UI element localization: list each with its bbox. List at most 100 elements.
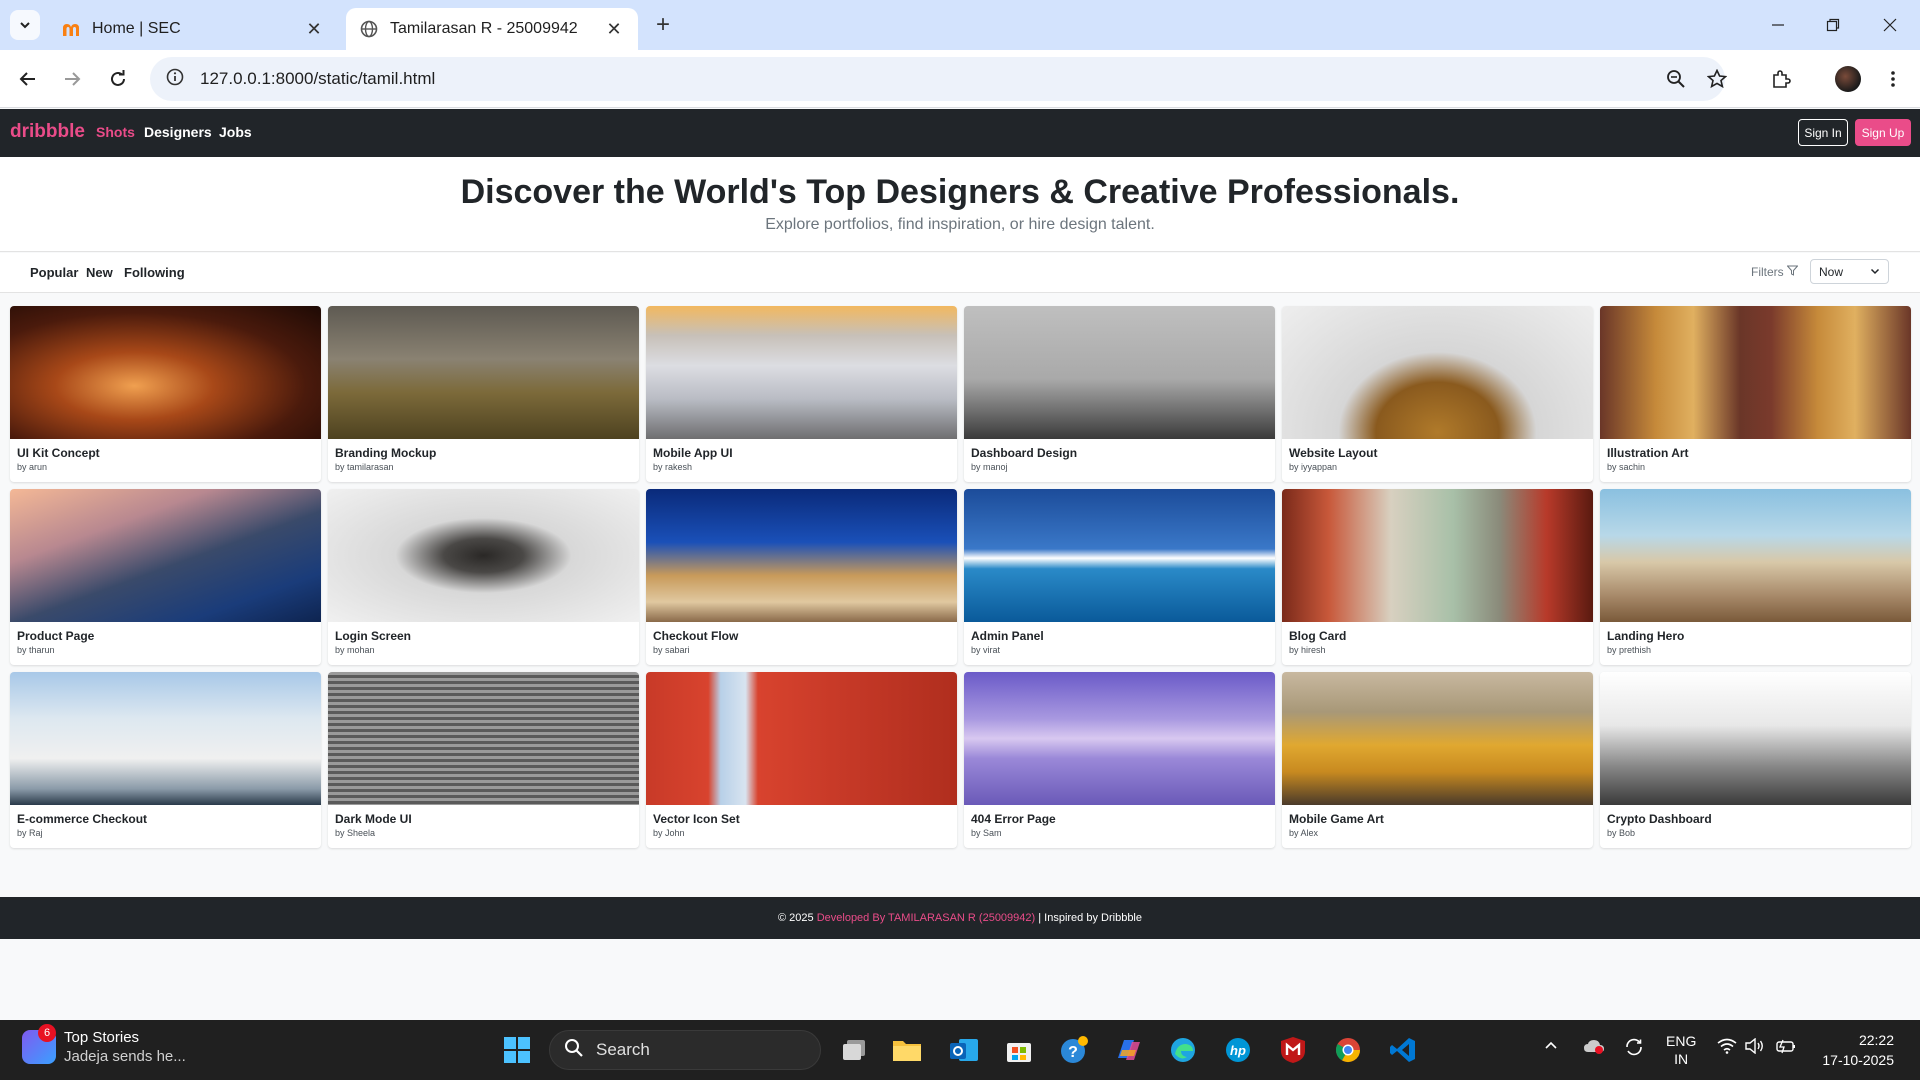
vscode-icon[interactable] — [1385, 1032, 1421, 1068]
zoom-icon[interactable] — [1660, 63, 1692, 95]
address-bar[interactable]: 127.0.0.1:8000/static/tamil.html — [150, 57, 1725, 101]
shot-card[interactable]: Mobile Game Art by Alex — [1282, 672, 1593, 848]
hero-section: Discover the World's Top Designers & Cre… — [0, 157, 1920, 252]
new-tab-icon[interactable]: + — [650, 11, 676, 38]
sign-up-button[interactable]: Sign Up — [1855, 119, 1911, 146]
microsoft-store-icon[interactable] — [1001, 1032, 1037, 1068]
copilot-icon[interactable] — [1111, 1032, 1147, 1068]
shot-card[interactable]: Illustration Art by sachin — [1600, 306, 1911, 482]
shot-image-foggy-forest — [964, 306, 1275, 439]
shot-card[interactable]: Checkout Flow by sabari — [646, 489, 957, 665]
back-arrow-icon[interactable] — [12, 63, 44, 95]
sort-select[interactable]: Now — [1810, 259, 1889, 284]
battery-icon[interactable] — [1774, 1038, 1796, 1057]
filters-label: Filters — [1751, 265, 1784, 279]
shot-card[interactable]: Dashboard Design by manoj — [964, 306, 1275, 482]
shot-author: by tamilarasan — [335, 462, 394, 472]
taskbar-search[interactable]: Search — [549, 1030, 821, 1070]
restore-icon[interactable] — [1808, 8, 1858, 42]
close-tab-icon[interactable]: ✕ — [304, 19, 324, 39]
shot-card[interactable]: E-commerce Checkout by Raj — [10, 672, 321, 848]
input-language[interactable]: ENG IN — [1666, 1032, 1696, 1068]
minimize-icon[interactable] — [1753, 8, 1803, 42]
shot-card[interactable]: Landing Hero by prethish — [1600, 489, 1911, 665]
reload-icon[interactable] — [102, 63, 134, 95]
sign-in-button[interactable]: Sign In — [1798, 119, 1848, 146]
nav-shots[interactable]: Shots — [96, 124, 135, 140]
shot-card[interactable]: Dark Mode UI by Sheela — [328, 672, 639, 848]
shot-card[interactable]: Mobile App UI by rakesh — [646, 306, 957, 482]
extensions-icon[interactable] — [1765, 63, 1797, 95]
brand-logo[interactable]: dribbble — [10, 121, 85, 143]
shot-author: by manoj — [971, 462, 1008, 472]
shot-author: by arun — [17, 462, 48, 472]
forward-arrow-icon[interactable] — [56, 63, 88, 95]
shot-image-colorful-street — [1282, 489, 1593, 622]
show-hidden-icons-chevron-icon[interactable] — [1544, 1038, 1558, 1055]
edge-icon[interactable] — [1165, 1032, 1201, 1068]
widgets-icon: 6 — [22, 1024, 56, 1064]
shot-image-purple-sea-bridge — [964, 672, 1275, 805]
clock[interactable]: 22:22 17-10-2025 — [1818, 1030, 1894, 1070]
svg-text:hp: hp — [1230, 1043, 1246, 1058]
volume-icon[interactable] — [1745, 1037, 1765, 1057]
onedrive-icon[interactable] — [1583, 1038, 1605, 1057]
shot-image-foggy-hills — [328, 306, 639, 439]
web-page: dribbble Shots Designers Jobs Sign In Si… — [0, 109, 1920, 1021]
svg-text:?: ? — [1068, 1044, 1078, 1061]
shot-card[interactable]: Product Page by tharun — [10, 489, 321, 665]
filter-tab-following[interactable]: Following — [124, 265, 185, 280]
chrome-icon[interactable] — [1330, 1032, 1366, 1068]
menu-kebab-icon[interactable] — [1877, 63, 1909, 95]
get-help-icon[interactable]: ? — [1056, 1032, 1092, 1068]
shot-card[interactable]: Vector Icon Set by John — [646, 672, 957, 848]
nav-jobs[interactable]: Jobs — [219, 124, 252, 140]
shot-card[interactable]: Website Layout by iyyappan — [1282, 306, 1593, 482]
profile-avatar[interactable] — [1832, 63, 1864, 95]
hp-icon[interactable]: hp — [1220, 1032, 1256, 1068]
shot-title: UI Kit Concept — [17, 446, 100, 460]
shot-title: Dark Mode UI — [335, 812, 412, 826]
close-tab-icon[interactable]: ✕ — [604, 19, 624, 39]
shot-card[interactable]: 404 Error Page by Sam — [964, 672, 1275, 848]
moodle-icon — [62, 20, 80, 38]
mcafee-icon[interactable] — [1275, 1032, 1311, 1068]
shot-card[interactable]: UI Kit Concept by arun — [10, 306, 321, 482]
sync-icon[interactable] — [1624, 1038, 1644, 1059]
shot-author: by hiresh — [1289, 645, 1326, 655]
shot-title: Illustration Art — [1607, 446, 1689, 460]
shot-card[interactable]: Crypto Dashboard by Bob — [1600, 672, 1911, 848]
browser-toolbar: 127.0.0.1:8000/static/tamil.html — [0, 50, 1920, 108]
filter-tab-popular[interactable]: Popular — [30, 265, 78, 280]
shot-author: by Sam — [971, 828, 1002, 838]
shot-title: Website Layout — [1289, 446, 1378, 460]
news-badge: 6 — [38, 1024, 56, 1042]
news-widget[interactable]: 6 Top Stories Jadeja sends he... — [22, 1024, 186, 1066]
shot-card[interactable]: Blog Card by hiresh — [1282, 489, 1593, 665]
outlook-icon[interactable] — [946, 1032, 982, 1068]
shot-author: by Sheela — [335, 828, 376, 838]
filter-tab-new[interactable]: New — [86, 265, 113, 280]
filters-button[interactable]: Filters — [1751, 265, 1799, 279]
tab-search-dropdown-icon[interactable] — [10, 10, 40, 40]
shot-card[interactable]: Login Screen by mohan — [328, 489, 639, 665]
tab-tamilarasan[interactable]: Tamilarasan R - 25009942 ✕ — [346, 8, 638, 50]
shot-card[interactable]: Branding Mockup by tamilarasan — [328, 306, 639, 482]
close-window-icon[interactable] — [1865, 8, 1915, 42]
site-navbar: dribbble Shots Designers Jobs Sign In Si… — [0, 109, 1920, 157]
search-placeholder: Search — [596, 1040, 650, 1059]
site-info-icon[interactable] — [166, 68, 184, 91]
shot-author: by mohan — [335, 645, 375, 655]
shot-image-trams — [1282, 672, 1593, 805]
shot-author: by sabari — [653, 645, 690, 655]
shot-image-mountain-road — [10, 489, 321, 622]
file-explorer-icon[interactable] — [889, 1032, 925, 1068]
nav-designers[interactable]: Designers — [144, 124, 212, 140]
bookmark-star-icon[interactable] — [1701, 63, 1733, 95]
shot-card[interactable]: Admin Panel by virat — [964, 489, 1275, 665]
news-headline: Jadeja sends he... — [64, 1048, 186, 1065]
wifi-icon[interactable] — [1717, 1038, 1737, 1057]
windows-start-icon[interactable] — [499, 1032, 535, 1068]
tab-home-sec[interactable]: Home | SEC ✕ — [48, 8, 338, 50]
task-view-icon[interactable] — [836, 1032, 872, 1068]
